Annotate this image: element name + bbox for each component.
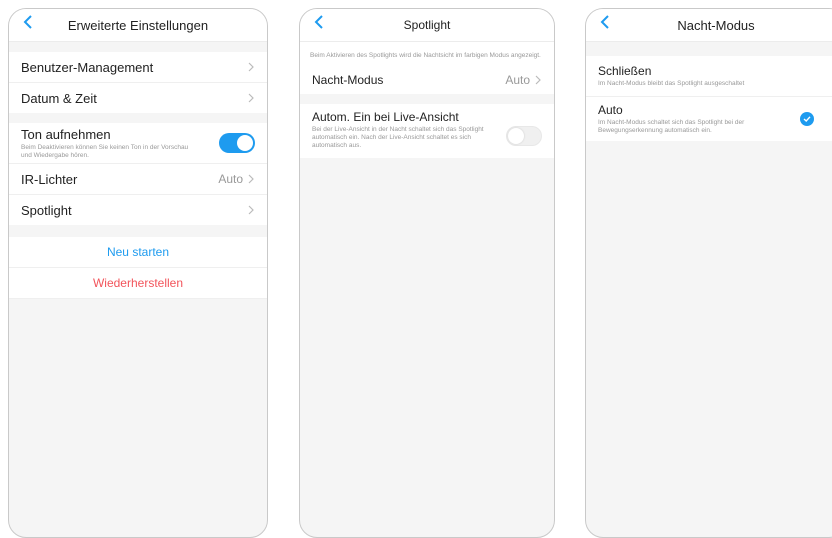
- back-button[interactable]: [15, 9, 41, 35]
- nav-bar: Nacht-Modus: [586, 9, 832, 42]
- row-label: Ton aufnehmen: [21, 126, 111, 142]
- chevron-right-icon: [248, 174, 254, 184]
- chevron-right-icon: [535, 75, 541, 85]
- option-description: Im Nacht-Modus bleibt das Spotlight ausg…: [598, 80, 745, 87]
- page-title: Erweiterte Einstellungen: [67, 17, 209, 33]
- back-button[interactable]: [306, 9, 332, 35]
- page-title: Spotlight: [403, 18, 451, 32]
- spotlight-screen: Spotlight Beim Aktivieren des Spotlights…: [299, 8, 555, 538]
- option-label: Schließen: [598, 64, 652, 78]
- row-ir-lights[interactable]: IR-Lichter Auto: [9, 164, 267, 195]
- chevron-right-icon: [248, 205, 254, 215]
- row-description: Bei der Live-Ansicht in der Nacht schalt…: [312, 126, 484, 149]
- auto-live-toggle[interactable]: [506, 126, 542, 146]
- row-spotlight[interactable]: Spotlight: [9, 195, 267, 225]
- chevron-right-icon: [248, 93, 254, 103]
- option-label: Auto: [598, 103, 623, 117]
- chevron-left-icon: [314, 15, 323, 29]
- option-close[interactable]: Schließen Im Nacht-Modus bleibt das Spot…: [586, 56, 832, 97]
- record-sound-toggle[interactable]: [219, 133, 255, 153]
- night-mode-options: Schließen Im Nacht-Modus bleibt das Spot…: [586, 56, 832, 141]
- settings-group-live: Autom. Ein bei Live-Ansicht Bei der Live…: [300, 104, 554, 158]
- row-auto-live: Autom. Ein bei Live-Ansicht Bei der Live…: [300, 110, 554, 150]
- row-night-mode[interactable]: Nacht-Modus Auto: [300, 66, 554, 94]
- row-record-sound: Ton aufnehmen Beim Deaktivieren können S…: [9, 123, 267, 164]
- chevron-right-icon: [248, 62, 254, 72]
- chevron-left-icon: [23, 15, 32, 29]
- advanced-settings-screen: Erweiterte Einstellungen Benutzer-Manage…: [8, 8, 268, 538]
- nav-bar: Spotlight: [300, 9, 554, 42]
- back-button[interactable]: [592, 9, 618, 35]
- row-label: Datum & Zeit: [21, 90, 97, 106]
- row-label: Autom. Ein bei Live-Ansicht: [312, 110, 459, 124]
- spotlight-note: Beim Aktivieren des Spotlights wird die …: [300, 42, 554, 66]
- restore-button[interactable]: Wiederherstellen: [9, 268, 267, 299]
- row-description: Beim Deaktivieren können Sie keinen Ton …: [21, 143, 189, 159]
- row-label: Benutzer-Management: [21, 59, 154, 75]
- option-auto[interactable]: Auto Im Nacht-Modus schaltet sich das Sp…: [586, 97, 832, 141]
- row-label: Nacht-Modus: [312, 73, 384, 87]
- row-label: Spotlight: [21, 202, 72, 218]
- row-user-management[interactable]: Benutzer-Management: [9, 52, 267, 83]
- row-value: Auto: [505, 73, 530, 87]
- row-label: IR-Lichter: [21, 171, 78, 187]
- chevron-left-icon: [600, 15, 609, 29]
- actions-group: Neu starten Wiederherstellen: [9, 237, 267, 299]
- checkmark-icon: [800, 112, 814, 126]
- settings-group-general: Benutzer-Management Datum & Zeit: [9, 52, 267, 113]
- night-mode-screen: Nacht-Modus Schließen Im Nacht-Modus ble…: [585, 8, 832, 538]
- restart-button[interactable]: Neu starten: [9, 237, 267, 268]
- option-description: Im Nacht-Modus schaltet sich das Spotlig…: [598, 119, 745, 134]
- row-value: Auto: [218, 172, 243, 186]
- settings-group-media: Ton aufnehmen Beim Deaktivieren können S…: [9, 123, 267, 225]
- row-date-time[interactable]: Datum & Zeit: [9, 83, 267, 113]
- page-title: Nacht-Modus: [677, 17, 755, 33]
- nav-bar: Erweiterte Einstellungen: [9, 9, 267, 42]
